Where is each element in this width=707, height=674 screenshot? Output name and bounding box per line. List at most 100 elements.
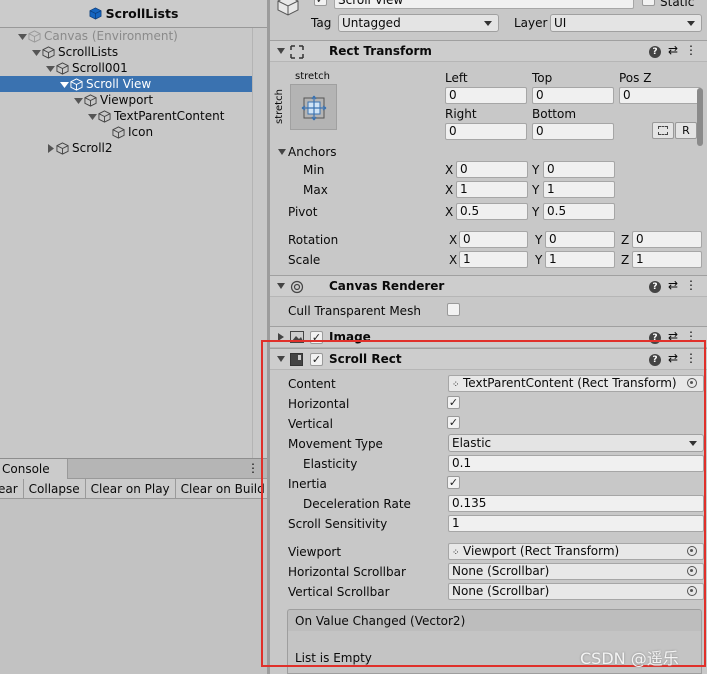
vertical-scrollbar-field[interactable]: None (Scrollbar) [448, 583, 704, 600]
object-picker-icon[interactable] [687, 378, 697, 388]
anchor-presets-button[interactable] [290, 84, 337, 130]
tab-console[interactable]: Console [0, 459, 68, 479]
clear-button[interactable]: ear [0, 479, 24, 498]
hierarchy-item[interactable]: Scroll View [0, 76, 267, 92]
vertical-checkbox[interactable]: ✓ [447, 416, 460, 429]
preset-icon[interactable]: ⇄ [668, 329, 678, 344]
clear-on-build-button[interactable]: Clear on Build [176, 479, 267, 498]
tag-dropdown[interactable]: Untagged [338, 14, 499, 32]
clear-on-build-label: Clear on Build [180, 481, 265, 496]
fold-arrow-icon[interactable] [278, 333, 284, 341]
scroll-rect-title: Scroll Rect [329, 352, 402, 366]
expand-arrow-down-icon[interactable] [59, 79, 70, 90]
help-icon[interactable]: ? [648, 332, 661, 344]
viewport-field[interactable]: ⁘ Viewport (Rect Transform) [448, 543, 704, 560]
hierarchy-item[interactable]: Canvas (Environment) [0, 28, 267, 44]
pivot-x-field[interactable]: 0.5 [456, 203, 528, 220]
rot-y-field[interactable]: 0 [545, 231, 615, 248]
context-menu-icon[interactable]: ⋮ [685, 351, 697, 366]
hierarchy-scrollbar[interactable] [252, 28, 267, 458]
hierarchy-item[interactable]: Scroll2 [0, 140, 267, 156]
bottom-field[interactable]: 0 [532, 123, 614, 140]
help-icon[interactable]: ? [648, 281, 661, 293]
fold-arrow-icon[interactable] [277, 283, 285, 289]
clear-on-play-label: Clear on Play [90, 481, 170, 496]
scroll-rect-enabled-checkbox[interactable]: ✓ [310, 353, 323, 366]
deceleration-rate-field[interactable]: 0.135 [448, 495, 704, 512]
min-x-field[interactable]: 0 [456, 161, 528, 178]
elasticity-field[interactable]: 0.1 [448, 455, 704, 472]
object-picker-icon[interactable] [687, 566, 697, 576]
max-y-field[interactable]: 1 [543, 181, 615, 198]
image-enabled-checkbox[interactable]: ✓ [310, 331, 323, 344]
scroll-sensitivity-field[interactable]: 1 [448, 515, 704, 532]
max-x-field[interactable]: 1 [456, 181, 528, 198]
rot-z-field[interactable]: 0 [632, 231, 702, 248]
expand-arrow-down-icon[interactable] [73, 95, 84, 106]
fold-arrow-icon[interactable] [277, 48, 285, 54]
pivot-y-field[interactable]: 0.5 [543, 203, 615, 220]
static-label: Static [660, 0, 695, 9]
hierarchy-item[interactable]: Viewport [0, 92, 267, 108]
hierarchy-item[interactable]: Icon [0, 124, 267, 140]
scale-z-field[interactable]: 1 [632, 251, 702, 268]
inspector-scrollbar-thumb[interactable] [697, 88, 703, 146]
help-icon[interactable]: ? [648, 354, 661, 366]
preset-icon[interactable]: ⇄ [668, 43, 678, 58]
scale-y-field[interactable]: 1 [545, 251, 615, 268]
anchors-fold-icon[interactable] [278, 149, 286, 155]
clear-on-play-button[interactable]: Clear on Play [86, 479, 176, 498]
right-field[interactable]: 0 [445, 123, 527, 140]
expand-arrow-down-icon[interactable] [31, 47, 42, 58]
scale-x-field[interactable]: 1 [459, 251, 528, 268]
active-checkbox[interactable]: ✓ [314, 0, 327, 6]
left-field[interactable]: 0 [445, 87, 527, 104]
context-menu-icon[interactable]: ⋮ [685, 278, 697, 293]
content-field[interactable]: ⁘ TextParentContent (Rect Transform) [448, 375, 704, 392]
movement-type-dropdown[interactable]: Elastic [448, 434, 704, 452]
collapse-button[interactable]: Collapse [24, 479, 86, 498]
help-icon[interactable]: ? [648, 46, 661, 58]
image-header[interactable]: ✓ Image ? ⇄ ⋮ [270, 326, 707, 348]
rotation-label: Rotation [288, 233, 339, 247]
expand-arrow-down-icon[interactable] [87, 111, 98, 122]
object-name-field[interactable]: Scroll View [334, 0, 634, 9]
hierarchy-item[interactable]: TextParentContent [0, 108, 267, 124]
scroll-rect-header[interactable]: ✓ Scroll Rect ? ⇄ ⋮ [270, 348, 707, 370]
cull-transparent-mesh-checkbox[interactable] [447, 303, 460, 316]
rot-y-label: Y [535, 233, 543, 247]
top-field[interactable]: 0 [532, 87, 614, 104]
horizontal-scrollbar-field[interactable]: None (Scrollbar) [448, 563, 704, 580]
horizontal-checkbox[interactable]: ✓ [447, 396, 460, 409]
left-label: Left [445, 71, 468, 85]
list-empty-label: List is Empty [295, 651, 372, 665]
expand-arrow-down-icon[interactable] [17, 31, 28, 42]
console-log-area[interactable] [0, 500, 267, 674]
static-checkbox[interactable] [642, 0, 655, 6]
layer-dropdown[interactable]: UI [550, 14, 702, 32]
fold-arrow-icon[interactable] [277, 356, 285, 362]
object-picker-icon[interactable] [687, 546, 697, 556]
expand-arrow-right-icon[interactable] [45, 143, 56, 154]
object-picker-icon[interactable] [687, 586, 697, 596]
hierarchy-title: ScrollLists [105, 6, 179, 21]
hierarchy-item[interactable]: ScrollLists [0, 44, 267, 60]
context-menu-icon[interactable]: ⋮ [685, 43, 697, 58]
canvas-renderer-header[interactable]: Canvas Renderer ? ⇄ ⋮ [270, 275, 707, 297]
inertia-checkbox[interactable]: ✓ [447, 476, 460, 489]
rot-x-field[interactable]: 0 [459, 231, 528, 248]
expand-arrow-down-icon[interactable] [45, 63, 56, 74]
posz-field[interactable]: 0 [619, 87, 701, 104]
raw-edit-button[interactable]: R [675, 122, 697, 139]
min-y-label: Y [532, 163, 540, 177]
hierarchy-item[interactable]: Scroll001 [0, 60, 267, 76]
rect-transform-header[interactable]: Rect Transform ? ⇄ ⋮ [270, 40, 707, 62]
context-menu-icon[interactable]: ⋮ [685, 329, 697, 344]
hierarchy-item-label: TextParentContent [114, 109, 225, 123]
preset-icon[interactable]: ⇄ [668, 278, 678, 293]
posz-label: Pos Z [619, 71, 652, 85]
console-menu-icon[interactable]: ⋮ [247, 461, 259, 475]
min-y-field[interactable]: 0 [543, 161, 615, 178]
preset-icon[interactable]: ⇄ [668, 351, 678, 366]
blueprint-mode-button[interactable] [652, 122, 674, 139]
